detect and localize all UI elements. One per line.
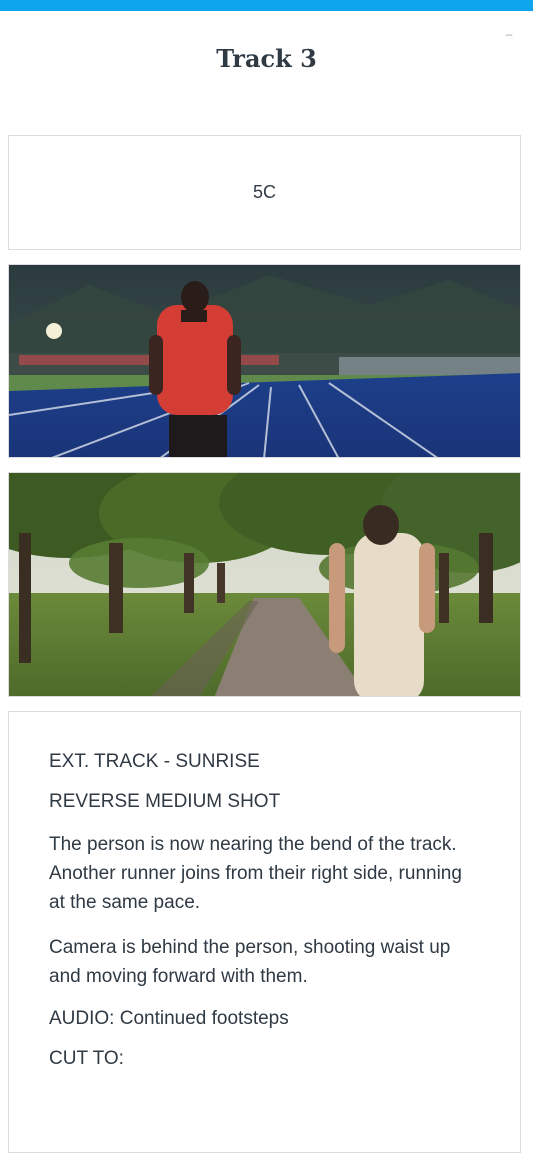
audio-note: AUDIO: Continued footsteps [49, 1008, 289, 1029]
shot-type: REVERSE MEDIUM SHOT [49, 791, 281, 812]
transition: CUT TO: [49, 1048, 124, 1069]
shot-code-card: 5C [8, 135, 521, 250]
storyboard-image-track [8, 264, 521, 458]
runner-tree-lane-photo [9, 473, 520, 696]
minimize-icon[interactable]: – [502, 28, 516, 40]
page-title: Track 3 [216, 44, 317, 73]
camera-direction: Camera is behind the person, shooting wa… [49, 937, 451, 987]
storyboard-image-tree-lane [8, 472, 521, 697]
scene-heading: EXT. TRACK - SUNRISE [49, 751, 260, 772]
runner-track-photo [9, 265, 520, 457]
shot-code: 5C [252, 182, 276, 202]
script-card: EXT. TRACK - SUNRISE REVERSE MEDIUM SHOT… [8, 711, 521, 1153]
action-description: The person is now nearing the bend of th… [49, 834, 462, 913]
top-accent-bar [0, 0, 533, 11]
